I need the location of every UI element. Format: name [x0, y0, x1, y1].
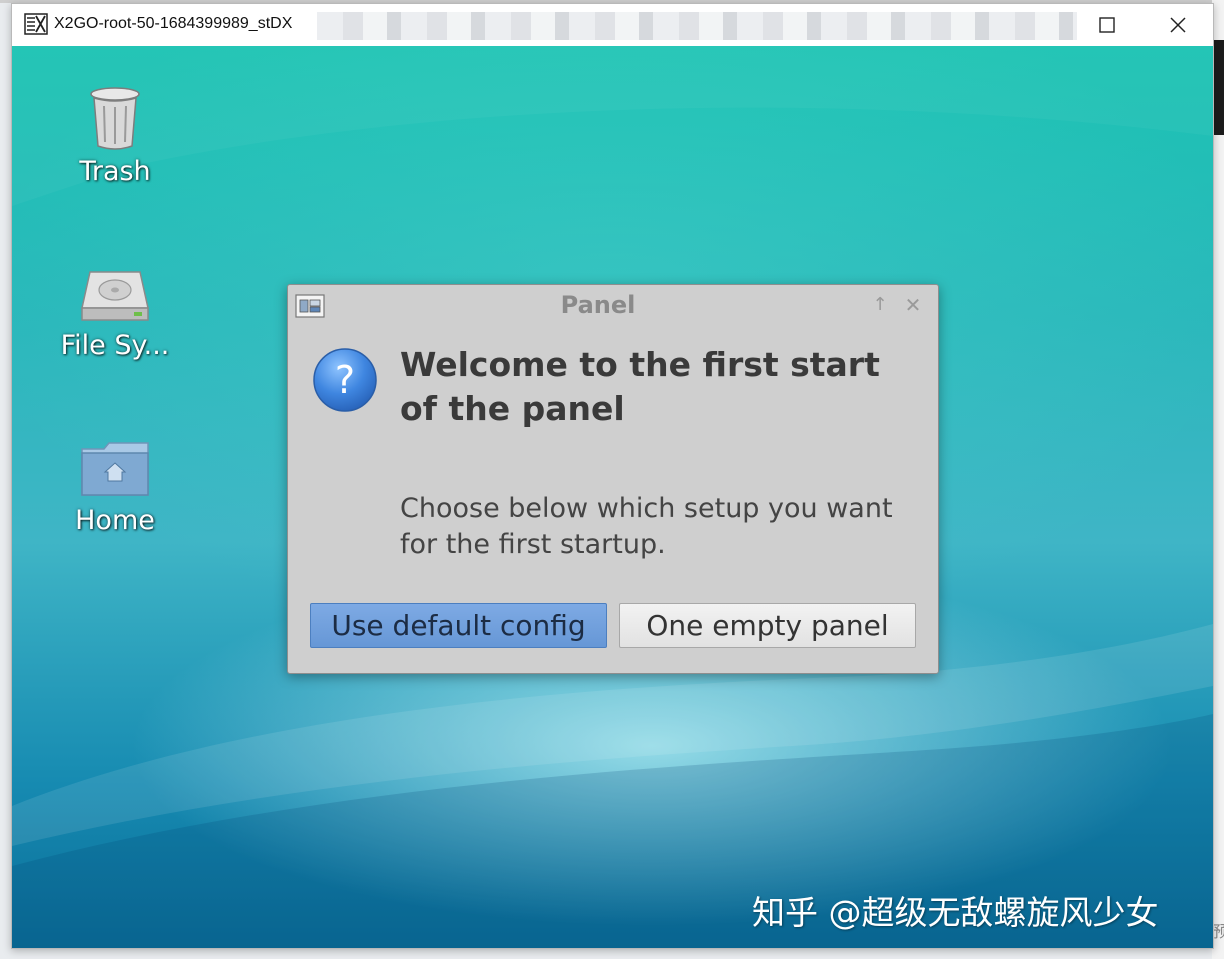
dialog-close-button[interactable]: ✕ — [902, 294, 924, 316]
desktop-icon-label: File Sy... — [60, 330, 170, 361]
trash-icon — [90, 87, 140, 150]
redacted-title-area — [317, 12, 1077, 40]
desktop-icon-trash[interactable]: Trash — [40, 86, 190, 187]
xfce-desktop[interactable]: Trash File Sy... Home Panel ↑ ✕ ? Welcom… — [12, 46, 1213, 948]
dialog-heading: Welcome to the first start of the panel — [400, 345, 880, 428]
desktop-icon-label: Trash — [79, 156, 151, 187]
drive-icon — [81, 271, 149, 321]
close-icon: ✕ — [904, 293, 922, 317]
dialog-message: Choose below which setup you want for th… — [400, 493, 893, 560]
window-titlebar[interactable]: X2GO-root-50-1684399989_stDX — [12, 4, 1213, 46]
shade-button[interactable]: ↑ — [869, 294, 891, 316]
desktop-icon-label: Home — [75, 505, 155, 536]
one-empty-panel-button[interactable]: One empty panel — [619, 603, 916, 648]
desktop-icon-home[interactable]: Home — [40, 441, 190, 536]
x2go-window: X2GO-root-50-1684399989_stDX Trash File … — [11, 3, 1214, 949]
svg-text:?: ? — [335, 358, 355, 402]
window-title: X2GO-root-50-1684399989_stDX — [54, 15, 293, 32]
maximize-button[interactable] — [1072, 4, 1142, 46]
arrow-up-icon: ↑ — [872, 294, 888, 315]
maximize-icon — [1099, 17, 1115, 33]
close-button[interactable] — [1143, 4, 1213, 46]
desktop-icon-file-system[interactable]: File Sy... — [40, 268, 190, 361]
use-default-config-button[interactable]: Use default config — [310, 603, 607, 648]
x2go-app-icon — [24, 13, 48, 35]
close-icon — [1170, 17, 1186, 33]
home-folder-icon — [81, 442, 149, 496]
watermark-text: 知乎 @超级无敌螺旋风少女 — [752, 893, 1159, 932]
question-icon: ? — [313, 348, 377, 412]
dialog-titlebar[interactable]: Panel ↑ ✕ — [288, 285, 938, 325]
background-window-text: 预 — [1213, 922, 1224, 941]
dialog-title: Panel — [560, 291, 636, 319]
panel-dialog: Panel ↑ ✕ ? Welcome to the first start o… — [287, 284, 939, 674]
